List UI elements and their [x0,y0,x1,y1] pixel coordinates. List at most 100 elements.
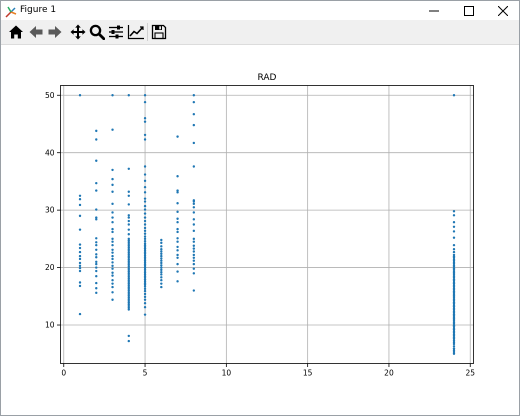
data-point [111,94,114,97]
data-point [143,191,147,194]
data-point [192,113,196,116]
data-point [176,175,179,178]
data-point [160,257,163,260]
x-tick-label: 0 [61,369,66,378]
data-point [95,243,98,247]
data-point [111,237,114,241]
data-point [143,179,147,183]
data-point [143,165,147,168]
data-point [452,94,456,97]
data-point [176,280,179,283]
data-point [95,262,98,266]
data-point [78,264,82,268]
data-point [143,216,147,219]
pan-button[interactable] [69,23,87,41]
data-point [176,245,179,249]
data-point [143,200,147,203]
data-point [78,250,82,254]
save-button[interactable] [150,23,168,41]
close-button[interactable] [486,1,519,20]
data-point [160,261,163,265]
data-point [95,269,98,273]
data-point [111,230,114,234]
data-point [176,221,179,224]
data-point [127,219,130,223]
subplots-button[interactable] [107,23,125,41]
data-point [160,276,163,279]
data-point [78,284,82,288]
data-point [192,200,196,203]
data-point [111,216,114,219]
back-button[interactable] [27,23,45,41]
data-point [127,94,130,97]
minimize-button[interactable] [417,1,451,20]
forward-button[interactable] [46,23,64,41]
data-point [78,214,82,218]
data-point [78,257,82,261]
y-tick-label: 50 [45,91,55,100]
data-point [192,244,196,247]
data-point [95,138,98,141]
data-point [95,281,98,285]
data-point [111,271,114,274]
data-point [143,197,147,200]
data-point [143,235,147,238]
data-point [143,306,147,309]
data-point [111,257,114,261]
data-point [176,135,179,138]
magnifier-icon [89,24,105,40]
data-point [95,253,98,256]
maximize-button[interactable] [452,1,486,20]
data-point [111,128,114,131]
data-point [176,253,179,257]
data-point [160,282,163,285]
data-point [192,206,196,209]
close-icon [498,5,508,16]
data-point [111,279,114,282]
data-point [143,204,147,208]
zoom-button[interactable] [88,23,106,41]
data-point [95,266,98,269]
data-point [143,295,147,299]
data-point [192,165,196,168]
data-point [143,313,147,316]
data-point [111,254,114,258]
data-point [111,221,114,224]
floppy-disk-icon [151,24,167,40]
data-point [192,253,196,257]
home-button[interactable] [7,23,25,41]
toolbar-separator [147,23,148,41]
data-point [452,243,456,247]
axes-frame [60,85,474,364]
arrow-right-icon [48,26,62,38]
data-point [192,211,196,214]
data-point [176,270,179,273]
data-point [143,298,147,301]
arrow-left-icon [29,26,43,38]
data-point [143,289,147,293]
data-point [452,221,456,224]
data-point [143,239,147,243]
data-point [160,268,163,272]
y-tick-label: 40 [45,148,55,157]
data-point [111,202,114,206]
data-point [452,352,456,355]
data-point [111,285,114,289]
data-point [127,216,130,219]
data-point [160,248,163,251]
data-point [176,249,179,252]
data-point [143,287,147,291]
data-point [111,298,114,301]
edit-axis-button[interactable] [127,23,145,41]
data-point [143,226,147,230]
data-point [192,267,196,270]
maximize-icon [464,5,474,16]
data-point [176,217,179,220]
title-bar: Figure 1 [1,1,519,20]
data-point [111,177,114,181]
data-point [160,259,163,262]
data-point [127,190,130,193]
data-point [143,232,147,235]
data-point [192,289,196,292]
data-point [78,269,82,273]
